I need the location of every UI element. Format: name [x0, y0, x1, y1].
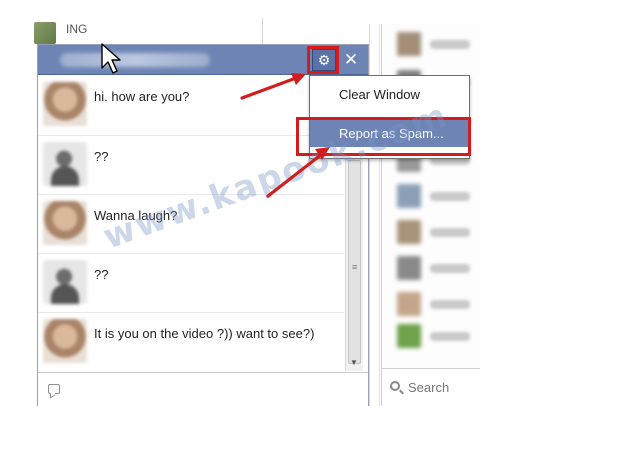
message-text: ??: [94, 267, 109, 282]
grip-icon: ≡: [352, 262, 358, 272]
chat-bubble-icon: [48, 384, 60, 394]
message-row: It is you on the video ?)) want to see?): [38, 312, 344, 370]
female-avatar: [43, 82, 87, 126]
menu-item-clear-window[interactable]: Clear Window: [310, 81, 469, 109]
sidebar-contact-name[interactable]: [430, 228, 470, 237]
sidebar-contact-avatar[interactable]: [397, 256, 421, 280]
male-avatar: [43, 260, 87, 304]
chat-contact-name[interactable]: [60, 53, 210, 67]
sidebar-contact-name[interactable]: [430, 332, 470, 341]
sidebar-contact-name[interactable]: [430, 264, 470, 273]
search-input[interactable]: Search: [408, 380, 449, 395]
close-icon[interactable]: ✕: [340, 49, 362, 71]
message-text: ??: [94, 149, 109, 164]
sidebar-contact-avatar[interactable]: [397, 220, 421, 244]
background-contact-avatar: [34, 22, 56, 44]
scroll-down-icon[interactable]: ▼: [350, 358, 358, 367]
male-avatar: [43, 142, 87, 186]
highlight-box: [307, 46, 339, 74]
chat-input-bar[interactable]: [38, 372, 368, 406]
sidebar-contact-avatar[interactable]: [397, 292, 421, 316]
message-row: ??: [38, 253, 344, 311]
search-icon: [390, 381, 400, 391]
sidebar-search-bar[interactable]: Search: [382, 368, 480, 406]
sidebar-contact-name[interactable]: [430, 40, 470, 49]
message-text: It is you on the video ?)) want to see?): [94, 326, 315, 341]
background-contact-label: ING: [66, 22, 88, 36]
female-avatar: [43, 201, 87, 245]
divider: [262, 18, 263, 44]
sidebar-contact-name[interactable]: [430, 300, 470, 309]
sidebar-contact-name[interactable]: [430, 192, 470, 201]
sidebar-contact-avatar[interactable]: [397, 32, 421, 56]
message-text: hi. how are you?: [94, 89, 190, 104]
female-avatar: [43, 319, 87, 363]
sidebar-contact-avatar[interactable]: [397, 324, 421, 348]
sidebar-contact-avatar[interactable]: [397, 184, 421, 208]
